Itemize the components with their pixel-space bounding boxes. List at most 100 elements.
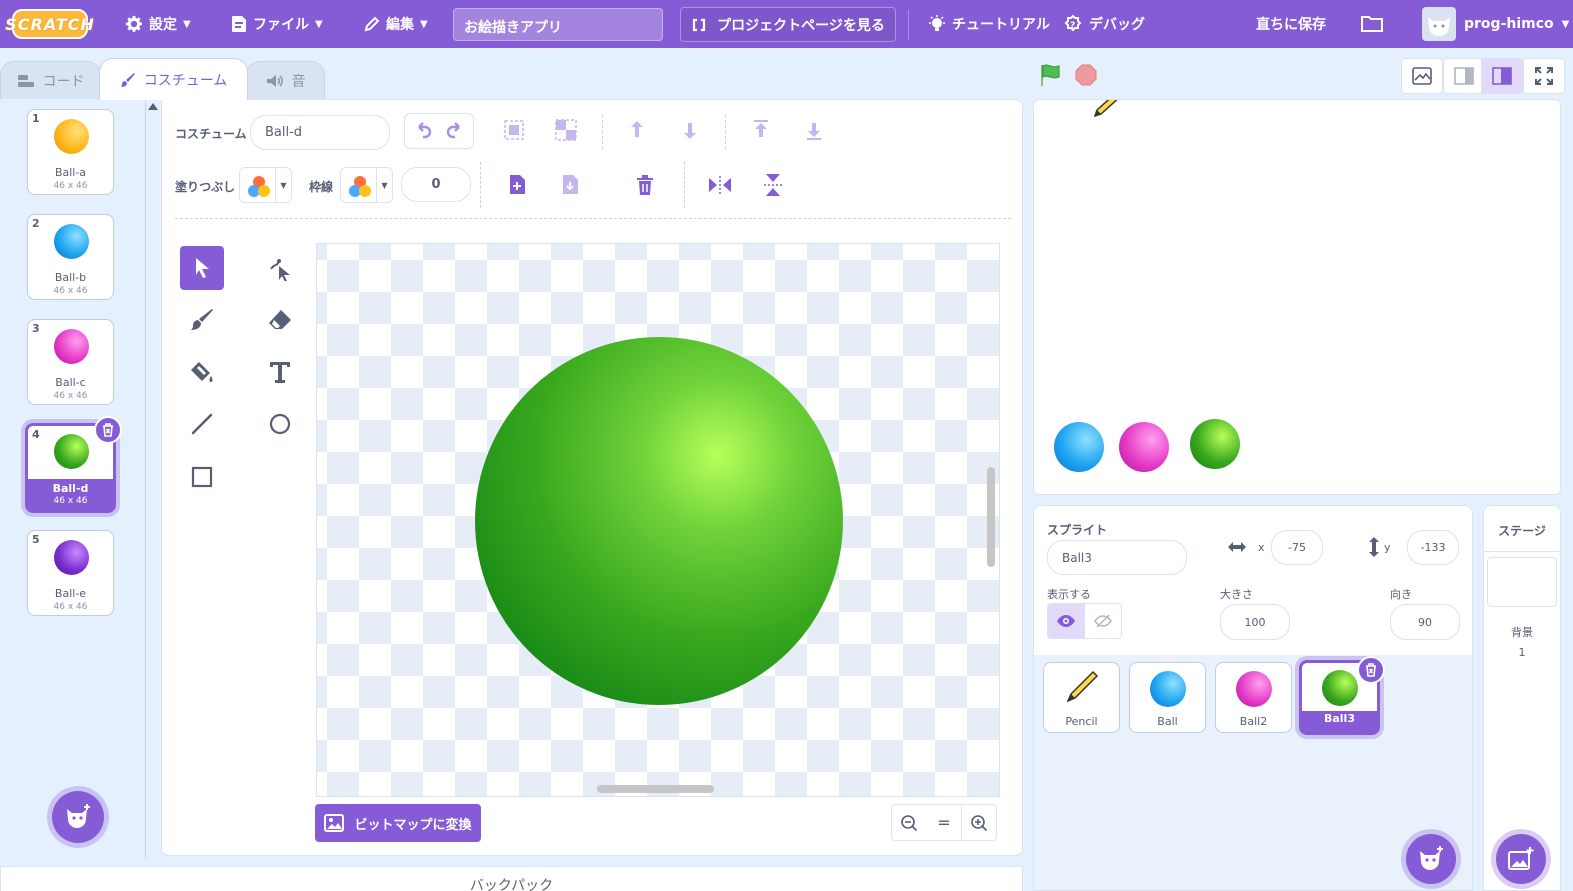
brush-tool[interactable]: [180, 298, 224, 342]
image-mode-button[interactable]: [1401, 58, 1443, 94]
costume-list-scroll-arrow[interactable]: [148, 103, 158, 110]
debug-menu[interactable]: ? デバッグ: [1063, 0, 1145, 48]
backward-icon[interactable]: [675, 115, 705, 145]
file-menu[interactable]: ファイル ▼: [231, 0, 323, 48]
backpack-header[interactable]: バックパック: [0, 866, 1023, 891]
fill-tool[interactable]: [180, 350, 224, 394]
select-tool[interactable]: [180, 246, 224, 290]
costume-name-input[interactable]: Ball-d: [250, 115, 390, 150]
chevron-down-icon: ▼: [1561, 18, 1570, 30]
sprite-tile[interactable]: Pencil: [1043, 662, 1120, 733]
front-icon[interactable]: [746, 115, 776, 145]
direction-input[interactable]: 90: [1390, 604, 1460, 640]
green-flag-button[interactable]: [1038, 62, 1064, 88]
sprite-name-input[interactable]: Ball3: [1047, 540, 1187, 575]
costume-item[interactable]: 3 Ball-c 46 x 46: [27, 319, 114, 405]
circle-tool[interactable]: [258, 402, 302, 446]
pencil-sprite[interactable]: [1089, 100, 1123, 120]
tab-sound[interactable]: 音: [246, 61, 325, 99]
scratch-logo[interactable]: SCRATCH: [5, 9, 94, 39]
horizontal-scrollbar[interactable]: [597, 785, 714, 793]
costume-name: Ball-e: [54, 587, 87, 600]
sprite-tile[interactable]: Ball: [1129, 662, 1206, 733]
project-title-input[interactable]: お絵描きアプリ: [453, 8, 663, 41]
image-icon: [1412, 67, 1432, 85]
tab-code[interactable]: コード: [0, 61, 101, 99]
show-hidden-button[interactable]: [1084, 603, 1122, 639]
stop-button[interactable]: [1075, 64, 1097, 86]
ball3-sprite[interactable]: [1190, 419, 1240, 469]
delete-icon[interactable]: [630, 170, 660, 200]
size-input[interactable]: 100: [1220, 604, 1290, 640]
paint-canvas[interactable]: [316, 243, 1000, 797]
back-icon[interactable]: [799, 115, 829, 145]
rectangle-tool[interactable]: [180, 455, 224, 499]
small-stage-icon: [1454, 67, 1474, 85]
costume-number: 1: [32, 112, 40, 125]
costume-item[interactable]: 1 Ball-a 46 x 46: [27, 109, 114, 195]
large-stage-button[interactable]: [1481, 58, 1523, 94]
delete-costume-button[interactable]: [94, 416, 122, 444]
choose-costume-button[interactable]: [52, 791, 104, 843]
x-position-input[interactable]: -75: [1271, 530, 1323, 565]
copy-icon[interactable]: [502, 170, 532, 200]
costume-item[interactable]: 5 Ball-e 46 x 46: [27, 530, 114, 616]
text-tool[interactable]: [258, 350, 302, 394]
costume-item[interactable]: 2 Ball-b 46 x 46: [27, 214, 114, 300]
vertical-scrollbar[interactable]: [987, 467, 995, 567]
outline-color-picker[interactable]: ▼: [340, 167, 393, 203]
line-tool[interactable]: [180, 402, 224, 446]
ungroup-icon[interactable]: [551, 115, 581, 145]
costume-ball-drawing[interactable]: [475, 337, 843, 705]
stage-canvas[interactable]: [1033, 99, 1561, 495]
costume-name: Ball-d: [52, 482, 89, 495]
rectangle-icon: [191, 466, 213, 488]
choose-backdrop-button[interactable]: [1496, 834, 1546, 884]
zoom-reset-button[interactable]: =: [926, 804, 962, 841]
tutorial-menu[interactable]: チュートリアル: [928, 0, 1050, 48]
project-page-button[interactable]: プロジェクトページを見る: [680, 7, 896, 42]
save-now-button[interactable]: 直ちに保存: [1256, 0, 1326, 48]
stage-thumbnail[interactable]: [1487, 557, 1557, 607]
size-label: 大きさ: [1220, 588, 1253, 601]
costume-thumbnail: [54, 434, 89, 469]
file-icon: [232, 16, 246, 32]
choose-sprite-button[interactable]: [1406, 834, 1456, 884]
fullscreen-button[interactable]: [1523, 58, 1565, 94]
reshape-tool[interactable]: [258, 246, 302, 290]
flip-vertical-icon[interactable]: [758, 170, 788, 200]
gear-icon: [125, 15, 143, 32]
convert-to-bitmap-button[interactable]: ビットマップに変換: [315, 804, 481, 842]
group-icon[interactable]: [499, 115, 529, 145]
sprite-info-panel: スプライト Ball3 x -75 y -133 表示する 大きさ 100 向き…: [1033, 505, 1473, 656]
sprite-thumbnail: [1150, 671, 1186, 707]
show-visible-button[interactable]: [1047, 603, 1085, 639]
toolbar-divider: [480, 162, 481, 208]
account-menu[interactable]: prog-himco ▼: [1422, 0, 1569, 48]
y-position-input[interactable]: -133: [1407, 530, 1459, 565]
my-stuff-button[interactable]: [1360, 0, 1384, 48]
ball-sprite[interactable]: [1054, 422, 1104, 472]
eraser-tool[interactable]: [258, 298, 302, 342]
tutorial-label: チュートリアル: [952, 17, 1050, 33]
redo-icon[interactable]: [439, 121, 471, 141]
zoom-out-button[interactable]: [891, 804, 927, 841]
zoom-in-button[interactable]: [961, 804, 997, 841]
code-icon: [17, 74, 34, 87]
lightbulb-icon: [929, 15, 945, 31]
small-stage-button[interactable]: [1443, 58, 1485, 94]
forward-icon[interactable]: [622, 115, 652, 145]
outline-width-input[interactable]: 0: [401, 167, 471, 202]
paste-icon[interactable]: [555, 170, 585, 200]
toolbar-divider: [684, 162, 685, 208]
fill-color-picker[interactable]: ▼: [239, 167, 292, 203]
edit-menu[interactable]: 編集 ▼: [364, 0, 428, 48]
delete-sprite-button[interactable]: [1357, 656, 1385, 684]
settings-menu[interactable]: 設定 ▼: [125, 0, 191, 48]
tab-costume[interactable]: コスチューム: [99, 58, 248, 100]
ball2-sprite[interactable]: [1119, 422, 1169, 472]
svg-text:?: ?: [1070, 21, 1075, 31]
flip-horizontal-icon[interactable]: [705, 170, 735, 200]
sprite-tile[interactable]: Ball2: [1215, 662, 1292, 733]
undo-icon[interactable]: [407, 121, 439, 141]
